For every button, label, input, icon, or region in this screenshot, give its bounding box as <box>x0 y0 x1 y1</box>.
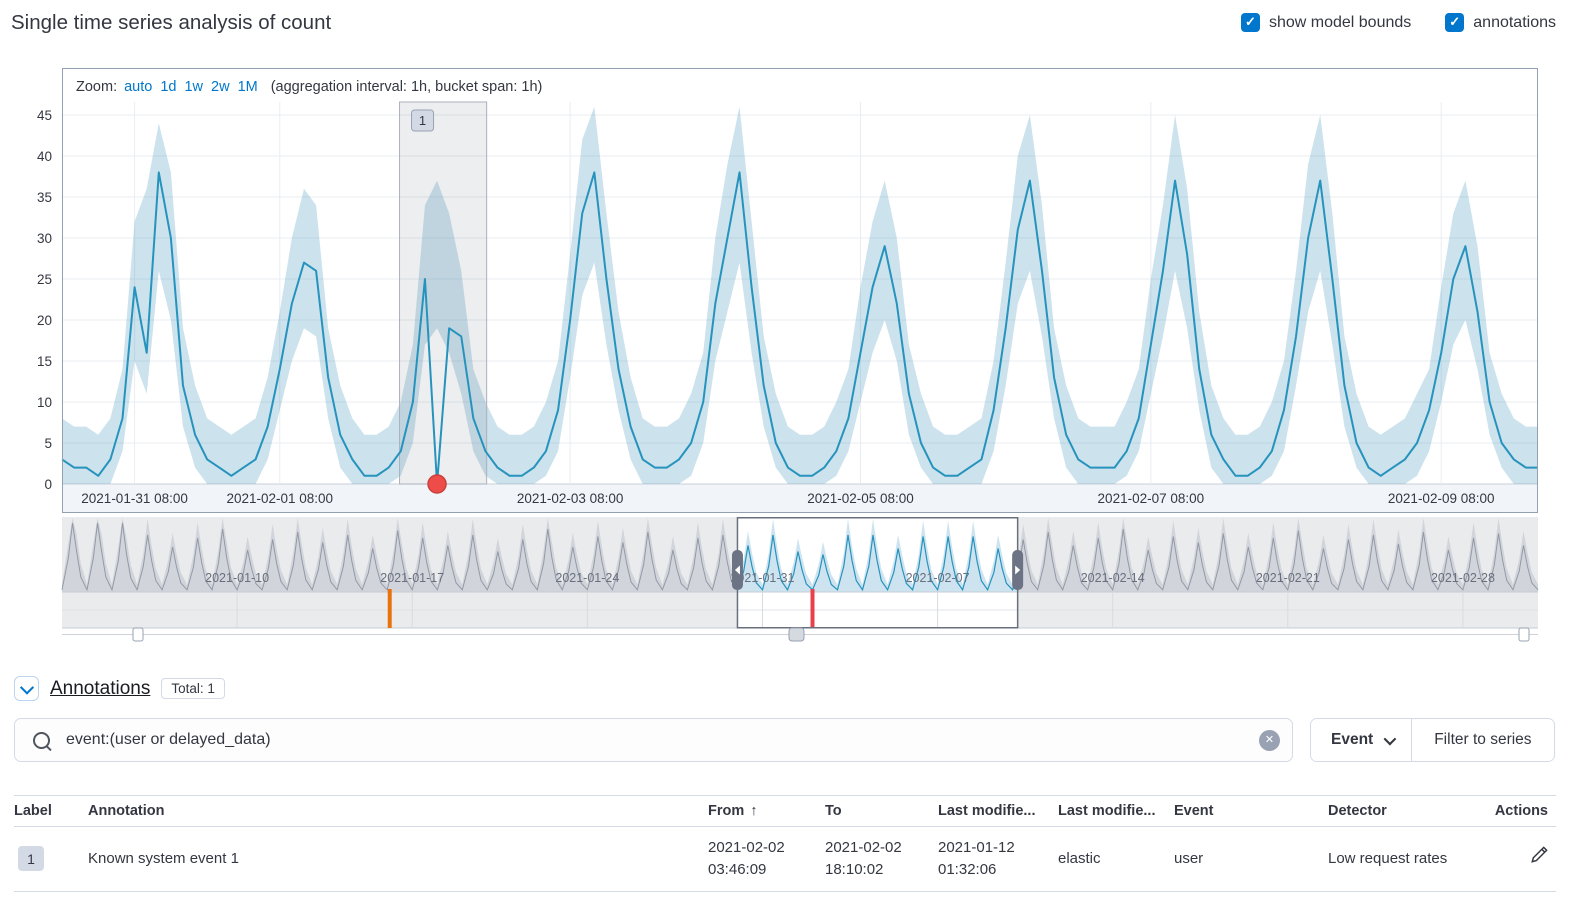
context-navigator-chart[interactable]: 2021-01-102021-01-172021-01-242021-01-31… <box>0 517 1556 647</box>
chart-option-checkboxes: show model bounds annotations <box>1241 13 1556 32</box>
clear-search-button[interactable] <box>1259 730 1280 751</box>
x-axis-tick-label: 2021-01-31 08:00 <box>81 491 188 506</box>
annotations-heading[interactable]: Annotations <box>50 678 150 700</box>
main-timeseries-chart[interactable]: 0 5 10 15 20 25 30 35 40 45 2021-01-31 08:00 2021-0… <box>0 68 1556 514</box>
show-model-bounds-label: show model bounds <box>1269 14 1411 32</box>
x-axis-tick-label: 2021-02-07 08:00 <box>1098 491 1205 506</box>
column-header-annotation[interactable]: Annotation <box>88 803 708 819</box>
y-axis-tick-label: 30 <box>37 231 52 246</box>
context-tick-label: 2021-01-24 <box>555 571 619 585</box>
scrollbar-end-handle[interactable] <box>133 628 143 641</box>
model-bounds-band <box>62 107 1538 484</box>
swimlane-annotation-marker[interactable] <box>388 589 392 628</box>
annotation-label-cell: 1 <box>14 846 88 871</box>
annotation-text-cell: Known system event 1 <box>88 848 708 870</box>
y-axis-tick-label: 40 <box>37 149 52 164</box>
show-model-bounds-checkbox[interactable]: show model bounds <box>1241 13 1411 32</box>
annotations-checkbox[interactable]: annotations <box>1445 13 1556 32</box>
event-filter-label: Event <box>1331 731 1373 749</box>
y-axis-tick-label: 45 <box>37 108 52 123</box>
column-header-last-modified-by[interactable]: Last modifie... <box>1058 803 1174 819</box>
edit-annotation-button[interactable] <box>1530 846 1548 867</box>
column-header-event[interactable]: Event <box>1174 803 1328 819</box>
search-icon <box>33 732 50 749</box>
annotations-label: annotations <box>1473 14 1556 32</box>
context-tick-label: 2021-02-21 <box>1256 571 1320 585</box>
event-filter-dropdown[interactable]: Event <box>1311 719 1411 761</box>
annotation-label-badge: 1 <box>18 846 44 871</box>
annotations-filter-button-group: Event Filter to series <box>1310 718 1555 762</box>
annotations-search-box <box>14 718 1293 762</box>
column-header-to[interactable]: To <box>825 803 938 819</box>
y-axis-tick-label: 0 <box>44 477 52 492</box>
y-axis-tick-label: 5 <box>44 436 52 451</box>
swimlane-annotation-marker[interactable] <box>811 589 815 628</box>
sort-ascending-icon <box>750 803 757 819</box>
annotations-table-header: Label Annotation From To Last modifie...… <box>14 795 1556 827</box>
svg-text:1: 1 <box>419 113 426 128</box>
annotations-total-badge: Total: 1 <box>161 678 225 699</box>
context-tick-label: 2021-02-14 <box>1081 571 1145 585</box>
anomaly-marker[interactable] <box>428 475 446 493</box>
annotations-search-input[interactable] <box>64 730 1259 750</box>
y-axis-tick-label: 25 <box>37 272 52 287</box>
filter-to-series-button[interactable]: Filter to series <box>1411 719 1553 761</box>
checkbox-checked-icon <box>1445 13 1464 32</box>
y-axis-tick-label: 10 <box>37 395 52 410</box>
column-header-actions: Actions <box>1478 803 1556 819</box>
x-axis-tick-label: 2021-02-01 08:00 <box>226 491 333 506</box>
scrollbar-end-handle[interactable] <box>1519 628 1529 641</box>
checkbox-checked-icon <box>1241 13 1260 32</box>
page-title: Single time series analysis of count <box>11 11 331 35</box>
y-axis-tick-label: 15 <box>37 354 52 369</box>
from-cell: 2021-02-02 03:46:09 <box>708 837 825 881</box>
annotations-section-header: Annotations Total: 1 <box>14 676 225 701</box>
x-axis-tick-label: 2021-02-05 08:00 <box>807 491 914 506</box>
detector-cell: Low request rates <box>1328 848 1478 870</box>
y-axis-tick-label: 20 <box>37 313 52 328</box>
annotations-search-row: Event Filter to series <box>14 718 1556 762</box>
actions-cell <box>1478 846 1556 871</box>
scrollbar-handle[interactable] <box>789 628 804 641</box>
column-header-from[interactable]: From <box>708 803 825 819</box>
column-header-detector[interactable]: Detector <box>1328 803 1478 819</box>
annotation-band[interactable]: 1 <box>400 102 487 484</box>
last-modified-date-cell: 2021-01-12 01:32:06 <box>938 837 1058 881</box>
column-header-last-modified-date[interactable]: Last modifie... <box>938 803 1058 819</box>
last-modified-by-cell: elastic <box>1058 848 1174 870</box>
pencil-icon <box>1530 846 1548 864</box>
annotations-collapse-button[interactable] <box>14 676 39 701</box>
column-header-label[interactable]: Label <box>14 803 88 819</box>
to-cell: 2021-02-02 18:10:02 <box>825 837 938 881</box>
event-cell: user <box>1174 848 1328 870</box>
annotations-table: Label Annotation From To Last modifie...… <box>14 795 1556 892</box>
context-tick-label: 2021-01-10 <box>205 571 269 585</box>
chevron-down-icon <box>19 680 33 694</box>
y-axis-tick-label: 35 <box>37 190 52 205</box>
x-axis-tick-label: 2021-02-03 08:00 <box>517 491 624 506</box>
context-tick-label: 2021-02-28 <box>1431 571 1495 585</box>
chevron-down-icon <box>1384 732 1397 745</box>
context-tick-label: 2021-02-07 <box>906 571 970 585</box>
table-row: 1 Known system event 1 2021-02-02 03:46:… <box>14 827 1556 892</box>
x-axis-tick-label: 2021-02-09 08:00 <box>1388 491 1495 506</box>
context-tick-label: 2021-01-17 <box>380 571 444 585</box>
